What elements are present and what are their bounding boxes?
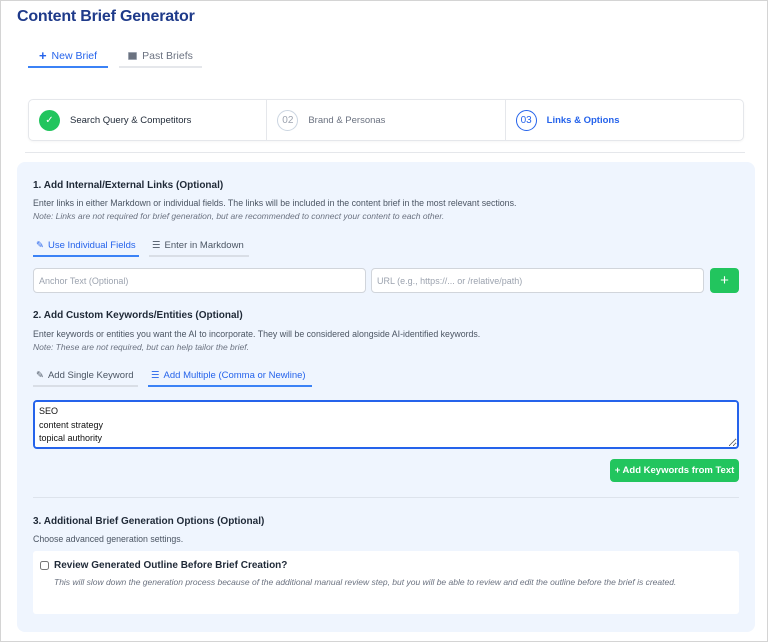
- archive-icon: [128, 51, 138, 60]
- step-brand-personas[interactable]: 02 Brand & Personas: [267, 100, 506, 140]
- section-heading: 3. Additional Brief Generation Options (…: [33, 516, 265, 527]
- tab-label: Past Briefs: [142, 49, 193, 62]
- step-label: Search Query & Competitors: [70, 114, 192, 126]
- tab-label: Enter in Markdown: [164, 239, 244, 251]
- tab-past-briefs[interactable]: Past Briefs: [119, 45, 202, 68]
- section-heading: 1. Add Internal/External Links (Optional…: [33, 180, 224, 191]
- section-description: Enter links in either Markdown or indivi…: [33, 198, 517, 208]
- anchor-text-input[interactable]: [33, 268, 366, 293]
- review-outline-checkbox[interactable]: [40, 561, 49, 570]
- tab-label: Add Single Keyword: [47, 369, 134, 381]
- url-input[interactable]: [371, 268, 704, 293]
- page-title: Content Brief Generator: [17, 8, 195, 25]
- tab-single-keyword[interactable]: ✎ Add Single Keyword: [33, 365, 138, 387]
- plus-icon: +: [38, 48, 47, 63]
- list-icon: ☰: [152, 239, 161, 251]
- section-description: Enter keywords or entities you want the …: [33, 329, 481, 339]
- step-label: Brand & Personas: [308, 114, 386, 126]
- section-note: Note: Links are not required for brief g…: [33, 211, 445, 221]
- tab-individual-fields[interactable]: ✎ Use Individual Fields: [33, 235, 139, 257]
- add-link-button[interactable]: +: [710, 268, 739, 293]
- review-outline-option: Review Generated Outline Before Brief Cr…: [33, 551, 739, 614]
- progress-stepper: ✓ Search Query & Competitors 02 Brand & …: [28, 99, 744, 141]
- section-note: Note: These are not required, but can he…: [33, 342, 249, 352]
- tab-label: New Brief: [51, 49, 98, 62]
- divider: [25, 152, 745, 153]
- pencil-icon: ✎: [36, 369, 44, 381]
- pencil-icon: ✎: [36, 239, 44, 251]
- add-keywords-button[interactable]: + Add Keywords from Text: [610, 459, 739, 482]
- list-icon: ☰: [151, 369, 160, 381]
- option-label: Review Generated Outline Before Brief Cr…: [54, 560, 288, 571]
- step-label: Links & Options: [546, 114, 620, 126]
- check-icon: ✓: [39, 109, 60, 131]
- keywords-textarea[interactable]: [33, 400, 739, 449]
- divider: [33, 497, 739, 498]
- tab-markdown[interactable]: ☰ Enter in Markdown: [149, 235, 249, 257]
- step-number: 02: [277, 109, 299, 131]
- tab-label: Use Individual Fields: [47, 239, 136, 251]
- section-description: Choose advanced generation settings.: [33, 534, 184, 544]
- tab-multiple-keywords[interactable]: ☰ Add Multiple (Comma or Newline): [148, 365, 312, 387]
- step-links-options[interactable]: 03 Links & Options: [506, 100, 743, 140]
- option-help: This will slow down the generation proce…: [54, 577, 677, 587]
- step-search-query[interactable]: ✓ Search Query & Competitors: [29, 100, 268, 140]
- tab-label: Add Multiple (Comma or Newline): [163, 369, 306, 381]
- section-heading: 2. Add Custom Keywords/Entities (Optiona…: [33, 310, 243, 321]
- step-number: 03: [515, 109, 537, 131]
- tab-new-brief[interactable]: + New Brief: [28, 45, 108, 68]
